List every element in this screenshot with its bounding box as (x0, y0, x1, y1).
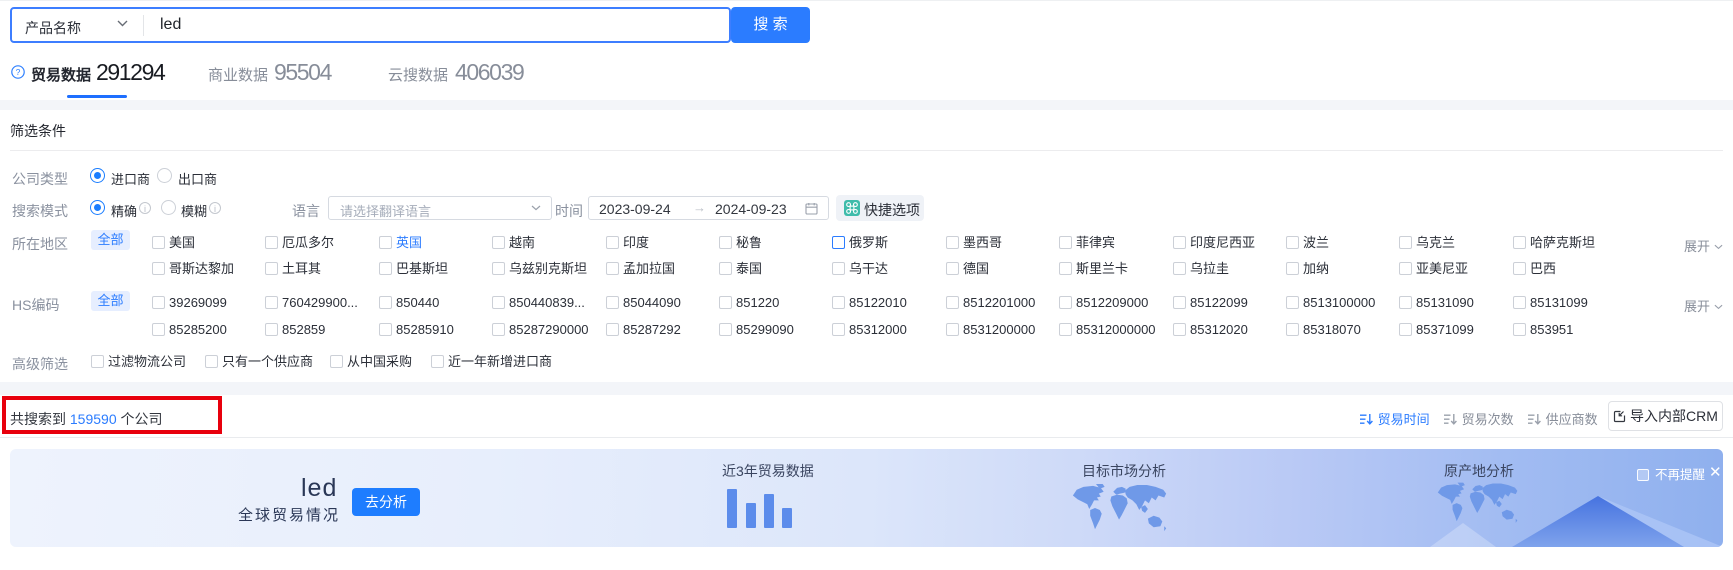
svg-text:?: ? (16, 67, 21, 77)
